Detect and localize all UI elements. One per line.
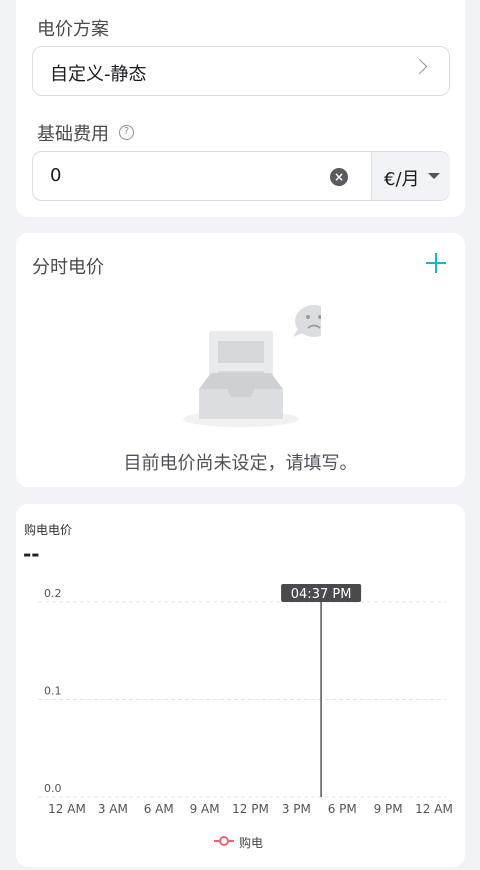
plus-icon[interactable]	[426, 253, 446, 273]
base-fee-field: 0 × €/月	[32, 151, 450, 201]
unit-value: €/月	[384, 169, 420, 190]
plan-value: 自定义-静态	[50, 64, 147, 85]
x-tick-label: 9 AM	[190, 802, 220, 816]
y-tick-label: 0.1	[44, 685, 62, 698]
plan-selector[interactable]: 自定义-静态	[32, 46, 450, 96]
empty-inbox-icon	[183, 305, 321, 427]
y-tick-label: 0.0	[44, 782, 62, 795]
x-tick-label: 3 AM	[98, 802, 128, 816]
legend-label: 购电	[239, 836, 264, 850]
legend-line-icon	[214, 836, 234, 846]
x-tick-label: 12 AM	[415, 802, 453, 816]
x-tick-label: 6 PM	[328, 802, 357, 816]
base-fee-label: 基础费用	[37, 124, 109, 145]
purchase-price-chart-card: 购电电价 -- 0.0 0.1 0.2 12 AM 3 AM 6 AM 9 AM 12 PM 3…	[16, 504, 465, 867]
time-tooltip-label: 04:37 PM	[291, 587, 352, 602]
tou-pricing-card: 分时电价 目前电价尚未设定，请填写。	[16, 233, 465, 487]
clear-icon[interactable]: ×	[330, 168, 348, 186]
help-circle-icon[interactable]: ?	[119, 125, 134, 140]
caret-down-icon	[428, 173, 440, 179]
x-tick-label: 6 AM	[144, 802, 174, 816]
plan-label: 电价方案	[37, 19, 109, 40]
pricing-settings-card: 电价方案 自定义-静态 基础费用 ? 0 × €/月	[16, 0, 465, 217]
tou-title: 分时电价	[32, 257, 104, 278]
y-tick-label: 0.2	[44, 587, 62, 600]
empty-state-text: 目前电价尚未设定，请填写。	[123, 453, 358, 474]
x-tick-label: 12 AM	[48, 802, 86, 816]
base-fee-input[interactable]: 0	[50, 165, 61, 186]
x-tick-label: 3 PM	[282, 802, 311, 816]
chevron-right-icon	[411, 58, 428, 75]
x-tick-label: 12 PM	[232, 802, 269, 816]
price-chart: 0.0 0.1 0.2 12 AM 3 AM 6 AM 9 AM 12 PM 3 PM 6 PM 9…	[38, 584, 453, 816]
x-tick-label: 9 PM	[374, 802, 403, 816]
unit-selector[interactable]: €/月	[371, 152, 450, 200]
